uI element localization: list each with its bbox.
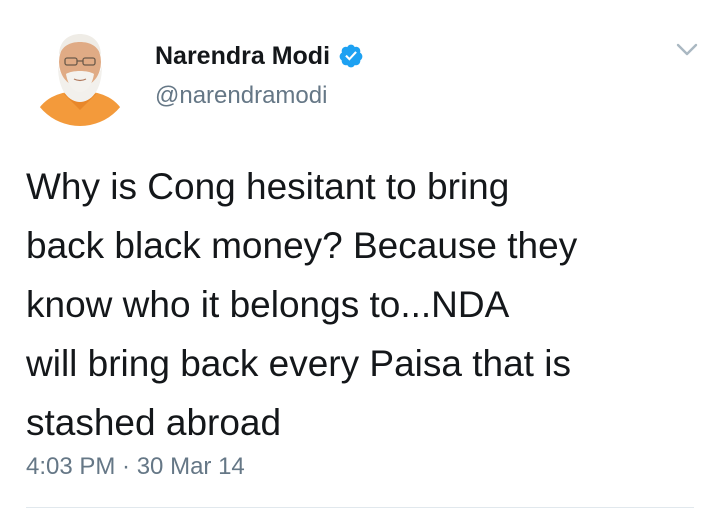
chevron-down-icon[interactable] bbox=[672, 36, 702, 62]
author-name-row: Narendra Modi bbox=[155, 40, 364, 72]
verified-badge-icon bbox=[338, 43, 364, 69]
tweet-timestamp[interactable]: 4:03 PM · 30 Mar 14 bbox=[26, 452, 245, 482]
divider bbox=[26, 507, 694, 508]
display-name[interactable]: Narendra Modi bbox=[155, 40, 330, 72]
avatar[interactable] bbox=[28, 22, 132, 126]
tweet-text: Why is Cong hesitant to bring back black… bbox=[26, 166, 578, 443]
author-handle[interactable]: @narendramodi bbox=[155, 81, 327, 111]
avatar-photo bbox=[28, 22, 132, 126]
tweet-card: Narendra Modi @narendramodi Why is Cong … bbox=[0, 0, 720, 527]
